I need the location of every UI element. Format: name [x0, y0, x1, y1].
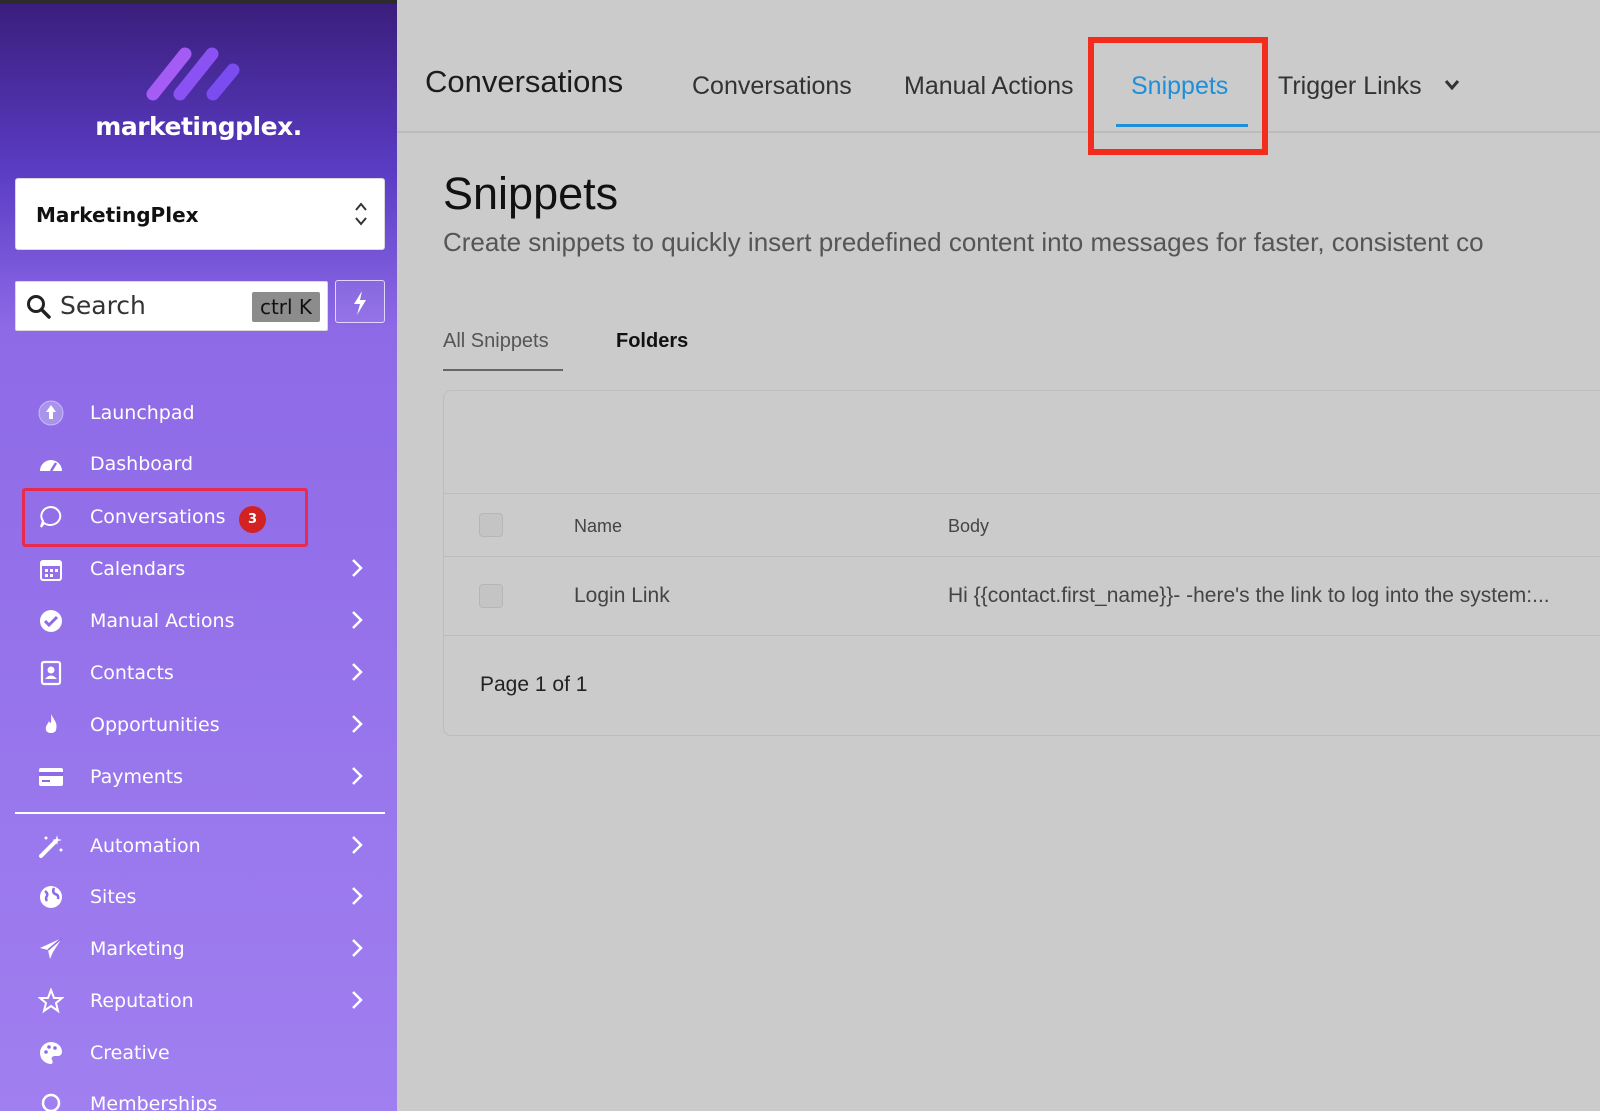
page-section-title: Conversations — [425, 64, 624, 99]
page-subtitle: Create snippets to quickly insert predef… — [443, 227, 1484, 257]
chevron-right-icon — [352, 715, 363, 733]
row-checkbox[interactable] — [479, 584, 503, 608]
chevron-right-icon — [352, 939, 363, 957]
sidebar-item-automation[interactable]: Automation — [0, 822, 397, 868]
sidebar-item-label: Automation — [90, 835, 201, 857]
subtab-all-snippets[interactable]: All Snippets — [443, 330, 549, 353]
sort-arrows-icon — [355, 202, 367, 226]
sidebar-divider — [15, 812, 385, 814]
sidebar-item-dashboard[interactable]: Dashboard — [0, 440, 397, 486]
calendar-icon — [40, 560, 62, 581]
magic-wand-icon — [39, 835, 63, 858]
chevron-right-icon — [352, 663, 363, 681]
sidebar-item-label: Reputation — [90, 990, 194, 1012]
top-navigation: Conversations — [397, 0, 1600, 133]
rocket-icon — [38, 400, 64, 426]
snippets-annotation-box — [1088, 37, 1268, 155]
sidebar-item-label: Manual Actions — [90, 610, 235, 632]
sidebar-item-label: Launchpad — [90, 402, 195, 424]
shortcut-hint: ctrl K — [252, 292, 320, 322]
subtab-folders[interactable]: Folders — [616, 330, 688, 353]
sidebar-item-label: Memberships — [90, 1093, 218, 1111]
sidebar-item-label: Opportunities — [90, 714, 220, 736]
badge-icon — [41, 1093, 61, 1111]
sidebar-item-label: Sites — [90, 886, 137, 908]
sidebar-item-label: Contacts — [90, 662, 174, 684]
column-header-body[interactable]: Body — [948, 516, 989, 537]
sidebar-item-manual-actions[interactable]: Manual Actions — [0, 597, 397, 643]
unread-count-badge: 3 — [239, 506, 266, 533]
select-all-checkbox[interactable] — [479, 513, 503, 537]
chevron-right-icon — [352, 887, 363, 905]
sidebar-item-opportunities[interactable]: Opportunities — [0, 701, 397, 747]
sidebar: marketingplex. MarketingPlex Search ctrl… — [0, 0, 397, 1111]
snippet-body: Hi {{contact.first_name}}- -here's the l… — [948, 584, 1550, 607]
credit-card-icon — [39, 768, 63, 786]
sidebar-item-contacts[interactable]: Contacts — [0, 649, 397, 695]
check-circle-icon — [40, 610, 62, 632]
account-name: MarketingPlex — [36, 203, 199, 227]
chevron-right-icon — [352, 836, 363, 854]
chevron-right-icon — [352, 559, 363, 577]
quick-actions-button[interactable] — [335, 280, 385, 323]
tab-conversations[interactable]: Conversations — [692, 72, 852, 101]
flame-icon — [45, 714, 57, 733]
sidebar-item-label: Calendars — [90, 558, 186, 580]
paper-plane-icon — [40, 937, 63, 959]
divider — [444, 493, 1600, 494]
contact-card-icon — [40, 660, 62, 686]
pagination-info: Page 1 of 1 — [480, 673, 588, 696]
divider — [444, 556, 1600, 557]
brand-name: marketingplex. — [95, 112, 302, 141]
palette-icon — [40, 1042, 62, 1064]
chevron-right-icon — [352, 611, 363, 629]
search-input[interactable]: Search ctrl K — [15, 281, 328, 331]
snippet-name[interactable]: Login Link — [574, 584, 670, 608]
brand-logo[interactable]: marketingplex. — [0, 40, 397, 150]
logo-mark-icon — [146, 47, 240, 101]
gauge-icon — [40, 460, 62, 472]
divider — [444, 635, 1600, 636]
search-icon — [27, 295, 51, 319]
lightning-bolt-icon — [354, 291, 366, 315]
star-icon — [38, 988, 64, 1014]
column-header-name[interactable]: Name — [574, 516, 622, 537]
page-title: Snippets — [443, 168, 619, 219]
chevron-right-icon — [352, 991, 363, 1009]
chevron-right-icon — [352, 767, 363, 785]
sidebar-item-launchpad[interactable]: Launchpad — [0, 389, 397, 435]
sidebar-item-reputation[interactable]: Reputation — [0, 977, 397, 1023]
chevron-down-icon[interactable] — [1443, 78, 1461, 92]
sidebar-item-label: Dashboard — [90, 453, 194, 475]
sidebar-item-calendars[interactable]: Calendars — [0, 545, 397, 591]
tab-manual-actions[interactable]: Manual Actions — [904, 72, 1074, 101]
globe-icon — [40, 886, 62, 908]
sidebar-item-payments[interactable]: Payments — [0, 753, 397, 799]
sidebar-item-memberships[interactable]: Memberships — [0, 1080, 397, 1111]
account-switcher[interactable]: MarketingPlex — [15, 178, 385, 250]
sidebar-item-creative[interactable]: Creative — [0, 1029, 397, 1075]
window-top-strip — [0, 0, 397, 4]
snippets-table-card: Name Body Login Link Hi {{contact.first_… — [443, 390, 1600, 736]
search-placeholder: Search — [60, 291, 146, 320]
sidebar-item-label: Payments — [90, 766, 184, 788]
tab-trigger-links[interactable]: Trigger Links — [1278, 72, 1422, 101]
subtab-indicator — [443, 369, 563, 371]
sidebar-item-marketing[interactable]: Marketing — [0, 925, 397, 971]
sidebar-item-sites[interactable]: Sites — [0, 873, 397, 919]
sidebar-item-label: Marketing — [90, 938, 185, 960]
sidebar-item-label: Creative — [90, 1042, 170, 1064]
